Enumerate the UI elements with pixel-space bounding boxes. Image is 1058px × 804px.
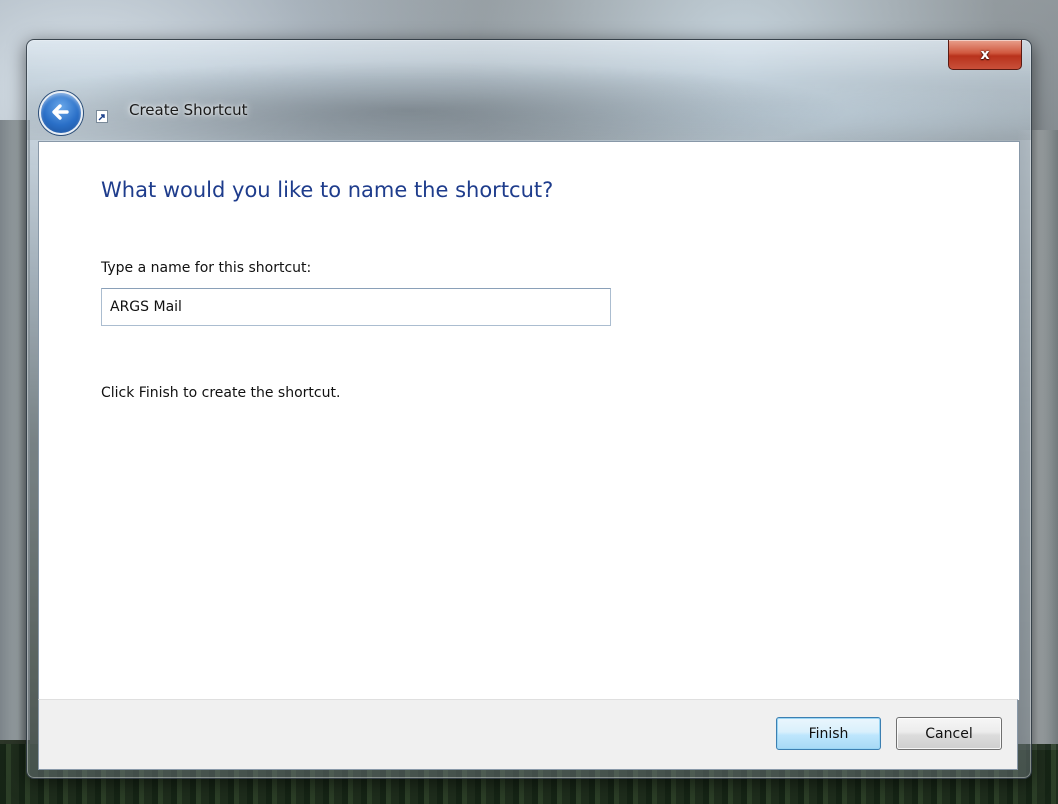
shortcut-icon — [96, 110, 108, 123]
wizard-footer: Finish Cancel — [38, 699, 1018, 770]
finish-button[interactable]: Finish — [776, 717, 881, 750]
cancel-button[interactable]: Cancel — [896, 717, 1002, 750]
wizard-heading: What would you like to name the shortcut… — [101, 178, 554, 202]
wizard-content: What would you like to name the shortcut… — [38, 141, 1020, 700]
window-title: Create Shortcut — [129, 101, 248, 119]
finish-hint: Click Finish to create the shortcut. — [101, 385, 341, 401]
back-arrow-icon — [52, 104, 69, 120]
back-button[interactable] — [39, 91, 83, 135]
shortcut-name-label: Type a name for this shortcut: — [101, 260, 312, 276]
create-shortcut-window: x Create Shortcut What would you like to… — [26, 39, 1032, 779]
shortcut-name-input[interactable] — [101, 288, 611, 326]
close-button[interactable]: x — [948, 40, 1022, 70]
title-bar — [27, 40, 1031, 140]
close-icon: x — [980, 46, 990, 63]
